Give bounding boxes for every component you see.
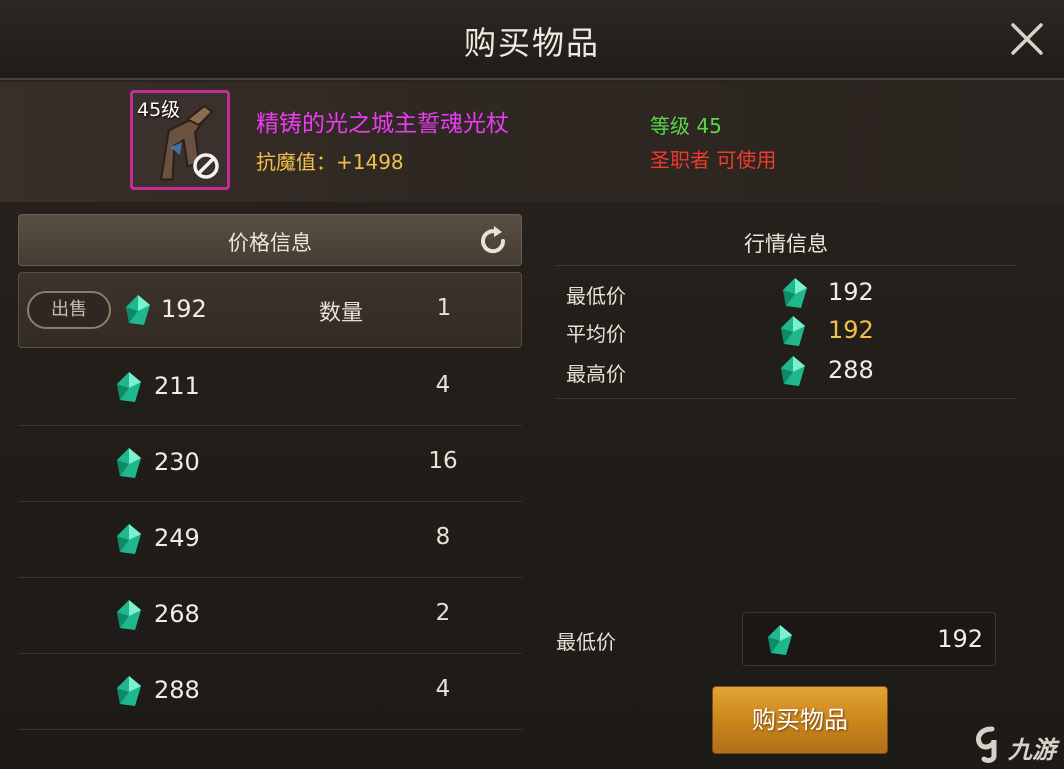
item-icon[interactable]: 45级 <box>130 90 230 190</box>
market-value: 192 <box>828 316 874 344</box>
gem-icon <box>117 372 141 402</box>
gem-icon <box>781 356 805 386</box>
watermark-text: 九游 <box>1008 736 1056 764</box>
item-name: 精铸的光之城主誓魂光杖 <box>256 111 509 137</box>
market-panel-title: 行情信息 <box>744 232 828 256</box>
listing-price: 288 <box>154 676 200 704</box>
item-header: 45级 精铸的光之城主誓魂光杖 抗魔值：+1498 等级 45 圣职者 可使用 <box>0 82 1064 202</box>
gem-icon <box>117 676 141 706</box>
market-row-average: 平均价 192 <box>556 312 1016 350</box>
market-value: 288 <box>828 356 874 384</box>
min-price-value: 192 <box>937 625 983 653</box>
listing-row[interactable]: 230 16 <box>18 426 522 502</box>
listing-row[interactable]: 211 4 <box>18 350 522 426</box>
listing-quantity: 2 <box>435 600 451 626</box>
refresh-button[interactable] <box>475 223 511 259</box>
listing-quantity: 4 <box>435 372 451 398</box>
price-panel: 价格信息 出售 192 数量 1 211 4 230 16 249 8 268 … <box>16 212 526 769</box>
gem-icon <box>781 316 805 346</box>
market-panel-header: 行情信息 <box>556 214 1016 266</box>
min-price-field[interactable]: 192 <box>742 612 996 666</box>
market-label: 最高价 <box>566 362 626 386</box>
refresh-icon <box>481 226 506 254</box>
gem-icon <box>768 625 792 655</box>
title-bar: 购买物品 <box>0 0 1064 80</box>
gem-icon <box>126 295 150 325</box>
divider <box>556 398 1016 399</box>
market-label: 最低价 <box>566 284 626 308</box>
listing-price: 230 <box>154 448 200 476</box>
listing-price: 211 <box>154 372 200 400</box>
gem-icon <box>117 600 141 630</box>
market-label: 平均价 <box>566 322 626 346</box>
item-stat: 抗魔值：+1498 <box>256 150 404 174</box>
close-icon <box>1011 23 1043 55</box>
listing-price: 192 <box>161 295 207 323</box>
close-button[interactable] <box>1008 20 1046 58</box>
item-level-badge: 45级 <box>137 99 181 121</box>
listing-quantity: 1 <box>436 295 452 321</box>
logo-icon <box>976 726 997 763</box>
item-level-requirement: 等级 45 <box>650 114 722 138</box>
market-row-lowest: 最低价 192 <box>556 274 1016 312</box>
listing-price: 268 <box>154 600 200 628</box>
gem-icon <box>783 278 807 308</box>
listing-price: 249 <box>154 524 200 552</box>
purchase-dialog: 购买物品 45级 精铸的光之城主誓魂光杖 抗魔值：+1498 等级 45 圣职者… <box>0 0 1064 769</box>
sell-button[interactable]: 出售 <box>27 291 111 329</box>
listing-quantity: 4 <box>435 676 451 702</box>
item-class-requirement: 圣职者 可使用 <box>650 148 777 172</box>
listing-row[interactable]: 出售 192 数量 1 <box>18 272 522 348</box>
listing-quantity: 16 <box>428 448 458 474</box>
min-price-label: 最低价 <box>556 630 616 654</box>
listing-row[interactable]: 288 4 <box>18 654 522 730</box>
listing-quantity: 8 <box>435 524 451 550</box>
listing-row[interactable]: 249 8 <box>18 502 522 578</box>
gem-icon <box>117 524 141 554</box>
listing-row[interactable]: 268 2 <box>18 578 522 654</box>
gem-icon <box>117 448 141 478</box>
watermark: 九游 <box>968 720 1064 769</box>
dialog-title: 购买物品 <box>463 24 600 62</box>
prohibited-icon <box>193 153 219 179</box>
market-row-highest: 最高价 288 <box>556 352 1016 390</box>
market-value: 192 <box>828 278 874 306</box>
price-panel-title: 价格信息 <box>228 231 312 255</box>
buy-item-button[interactable]: 购买物品 <box>712 686 888 754</box>
price-panel-header: 价格信息 <box>18 214 522 266</box>
quantity-label: 数量 <box>319 301 364 326</box>
